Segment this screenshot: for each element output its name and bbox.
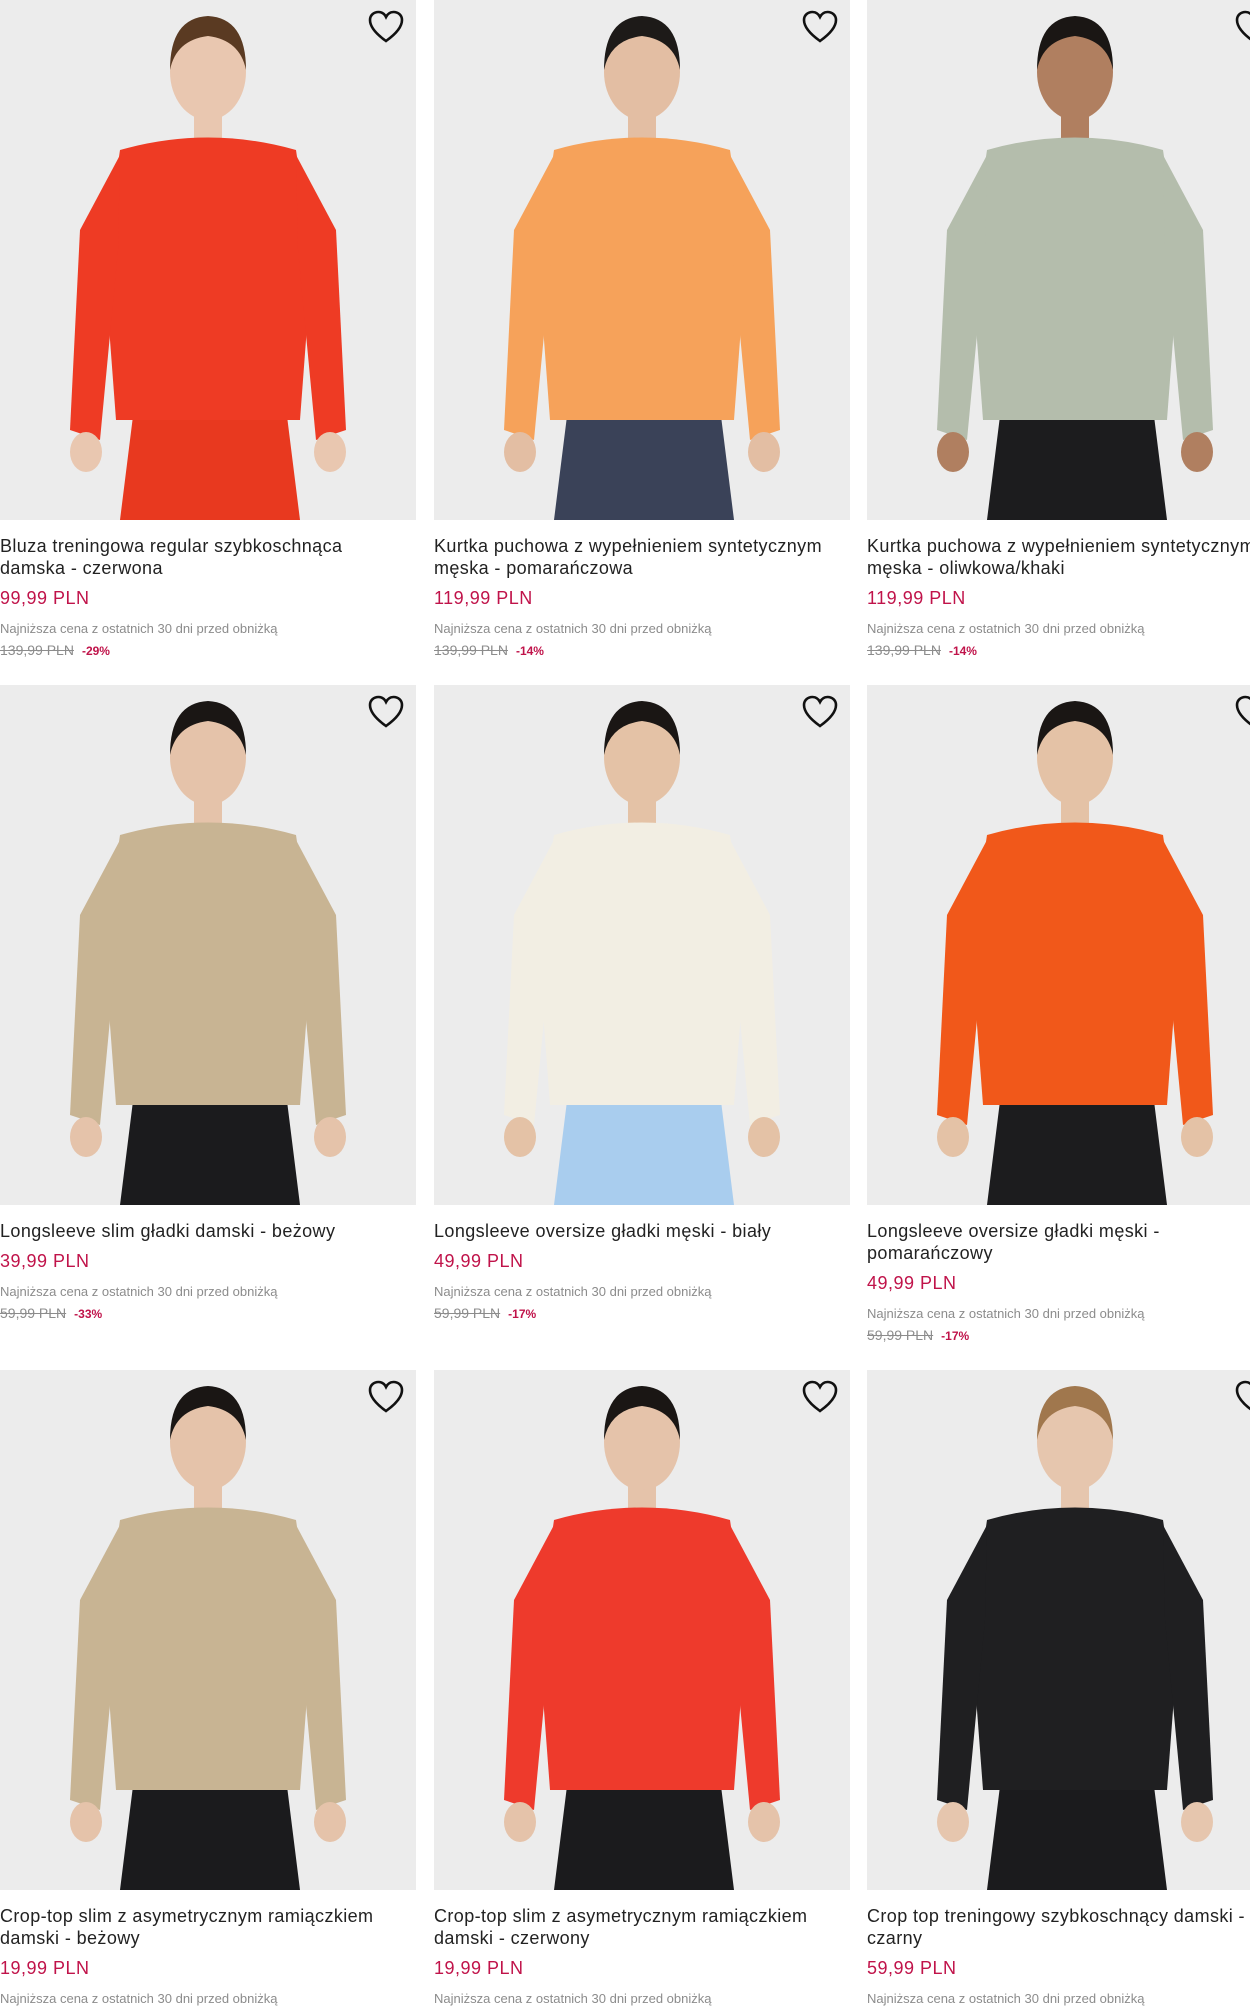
product-image[interactable] xyxy=(867,0,1250,520)
product-name[interactable]: Crop-top slim z asymetrycznym ramiączkie… xyxy=(0,1905,416,1949)
product-price: 119,99 PLN xyxy=(434,588,533,608)
product-image[interactable] xyxy=(0,685,416,1205)
product-name[interactable]: Crop top treningowy szybkoschnący damski… xyxy=(867,1905,1250,1949)
product-name[interactable]: Longsleeve oversize gładki męski - pomar… xyxy=(867,1220,1250,1264)
old-price: 139,99 PLN xyxy=(434,642,508,658)
discount-badge: -33% xyxy=(74,1307,103,1321)
lowest-price-note: Najniższa cena z ostatnich 30 dni przed … xyxy=(867,1306,1145,1321)
old-price-row: 139,99 PLN -29% xyxy=(0,642,416,658)
product-price: 119,99 PLN xyxy=(867,588,966,608)
heart-icon[interactable] xyxy=(802,695,838,729)
product-name[interactable]: Crop-top slim z asymetrycznym ramiączkie… xyxy=(434,1905,850,1949)
product-image[interactable] xyxy=(867,685,1250,1205)
product-photo xyxy=(937,1386,1213,1890)
product-card[interactable]: Crop-top slim z asymetrycznym ramiączkie… xyxy=(434,1370,850,2006)
product-image[interactable] xyxy=(434,1370,850,1890)
discount-badge: -29% xyxy=(81,644,110,658)
product-price: 49,99 PLN xyxy=(434,1251,524,1271)
lowest-price-note: Najniższa cena z ostatnich 30 dni przed … xyxy=(0,1284,278,1299)
product-photo xyxy=(504,16,780,520)
product-card[interactable]: Kurtka puchowa z wypełnieniem syntetyczn… xyxy=(434,0,850,658)
product-photo xyxy=(504,701,780,1205)
old-price: 139,99 PLN xyxy=(0,642,74,658)
product-price: 19,99 PLN xyxy=(0,1958,90,1978)
product-card[interactable]: Crop top treningowy szybkoschnący damski… xyxy=(867,1370,1250,2006)
product-image[interactable] xyxy=(434,0,850,520)
old-price-row: 139,99 PLN -14% xyxy=(867,642,1250,658)
heart-icon[interactable] xyxy=(802,10,838,44)
lowest-price-note: Najniższa cena z ostatnich 30 dni przed … xyxy=(434,1991,712,2006)
lowest-price-note: Najniższa cena z ostatnich 30 dni przed … xyxy=(434,1284,712,1299)
discount-badge: -17% xyxy=(508,1307,537,1321)
heart-icon[interactable] xyxy=(368,1380,404,1414)
discount-badge: -14% xyxy=(948,644,977,658)
old-price: 59,99 PLN xyxy=(434,1305,501,1321)
product-image[interactable] xyxy=(867,1370,1250,1890)
heart-icon[interactable] xyxy=(1235,695,1250,729)
old-price: 59,99 PLN xyxy=(0,1305,67,1321)
heart-icon[interactable] xyxy=(368,695,404,729)
old-price-row: 59,99 PLN -33% xyxy=(0,1305,416,1321)
product-card[interactable]: Crop-top slim z asymetrycznym ramiączkie… xyxy=(0,1370,416,2006)
product-image[interactable] xyxy=(0,1370,416,1890)
old-price-row: 139,99 PLN -14% xyxy=(434,642,850,658)
product-name[interactable]: Longsleeve oversize gładki męski - biały xyxy=(434,1220,850,1242)
heart-icon[interactable] xyxy=(1235,1380,1250,1414)
product-price: 19,99 PLN xyxy=(434,1958,524,1978)
old-price-row: 59,99 PLN -17% xyxy=(867,1327,1250,1343)
product-card[interactable]: Longsleeve oversize gładki męski - pomar… xyxy=(867,685,1250,1343)
product-name[interactable]: Longsleeve slim gładki damski - beżowy xyxy=(0,1220,416,1242)
product-card[interactable]: Longsleeve slim gładki damski - beżowy 3… xyxy=(0,685,416,1321)
lowest-price-note: Najniższa cena z ostatnich 30 dni przed … xyxy=(0,1991,278,2006)
product-photo xyxy=(70,1386,346,1890)
product-image[interactable] xyxy=(0,0,416,520)
product-photo xyxy=(70,16,346,520)
old-price: 139,99 PLN xyxy=(867,642,941,658)
product-price: 99,99 PLN xyxy=(0,588,90,608)
product-image[interactable] xyxy=(434,685,850,1205)
product-card[interactable]: Bluza treningowa regular szybkoschnąca d… xyxy=(0,0,416,658)
lowest-price-note: Najniższa cena z ostatnich 30 dni przed … xyxy=(434,621,712,636)
product-photo xyxy=(937,16,1213,520)
old-price: 59,99 PLN xyxy=(867,1327,934,1343)
product-price: 59,99 PLN xyxy=(867,1958,957,1978)
product-price: 49,99 PLN xyxy=(867,1273,957,1293)
product-photo xyxy=(70,701,346,1205)
discount-badge: -17% xyxy=(941,1329,970,1343)
product-photo xyxy=(504,1386,780,1890)
heart-icon[interactable] xyxy=(1235,10,1250,44)
product-card[interactable]: Longsleeve oversize gładki męski - biały… xyxy=(434,685,850,1321)
old-price-row: 59,99 PLN -17% xyxy=(434,1305,850,1321)
lowest-price-note: Najniższa cena z ostatnich 30 dni przed … xyxy=(0,621,278,636)
product-name[interactable]: Bluza treningowa regular szybkoschnąca d… xyxy=(0,535,416,579)
product-card[interactable]: Kurtka puchowa z wypełnieniem syntetyczn… xyxy=(867,0,1250,658)
heart-icon[interactable] xyxy=(368,10,404,44)
lowest-price-note: Najniższa cena z ostatnich 30 dni przed … xyxy=(867,621,1145,636)
lowest-price-note: Najniższa cena z ostatnich 30 dni przed … xyxy=(867,1991,1145,2006)
product-name[interactable]: Kurtka puchowa z wypełnieniem syntetyczn… xyxy=(867,535,1250,579)
discount-badge: -14% xyxy=(515,644,544,658)
product-name[interactable]: Kurtka puchowa z wypełnieniem syntetyczn… xyxy=(434,535,850,579)
product-photo xyxy=(937,701,1213,1205)
heart-icon[interactable] xyxy=(802,1380,838,1414)
product-price: 39,99 PLN xyxy=(0,1251,90,1271)
